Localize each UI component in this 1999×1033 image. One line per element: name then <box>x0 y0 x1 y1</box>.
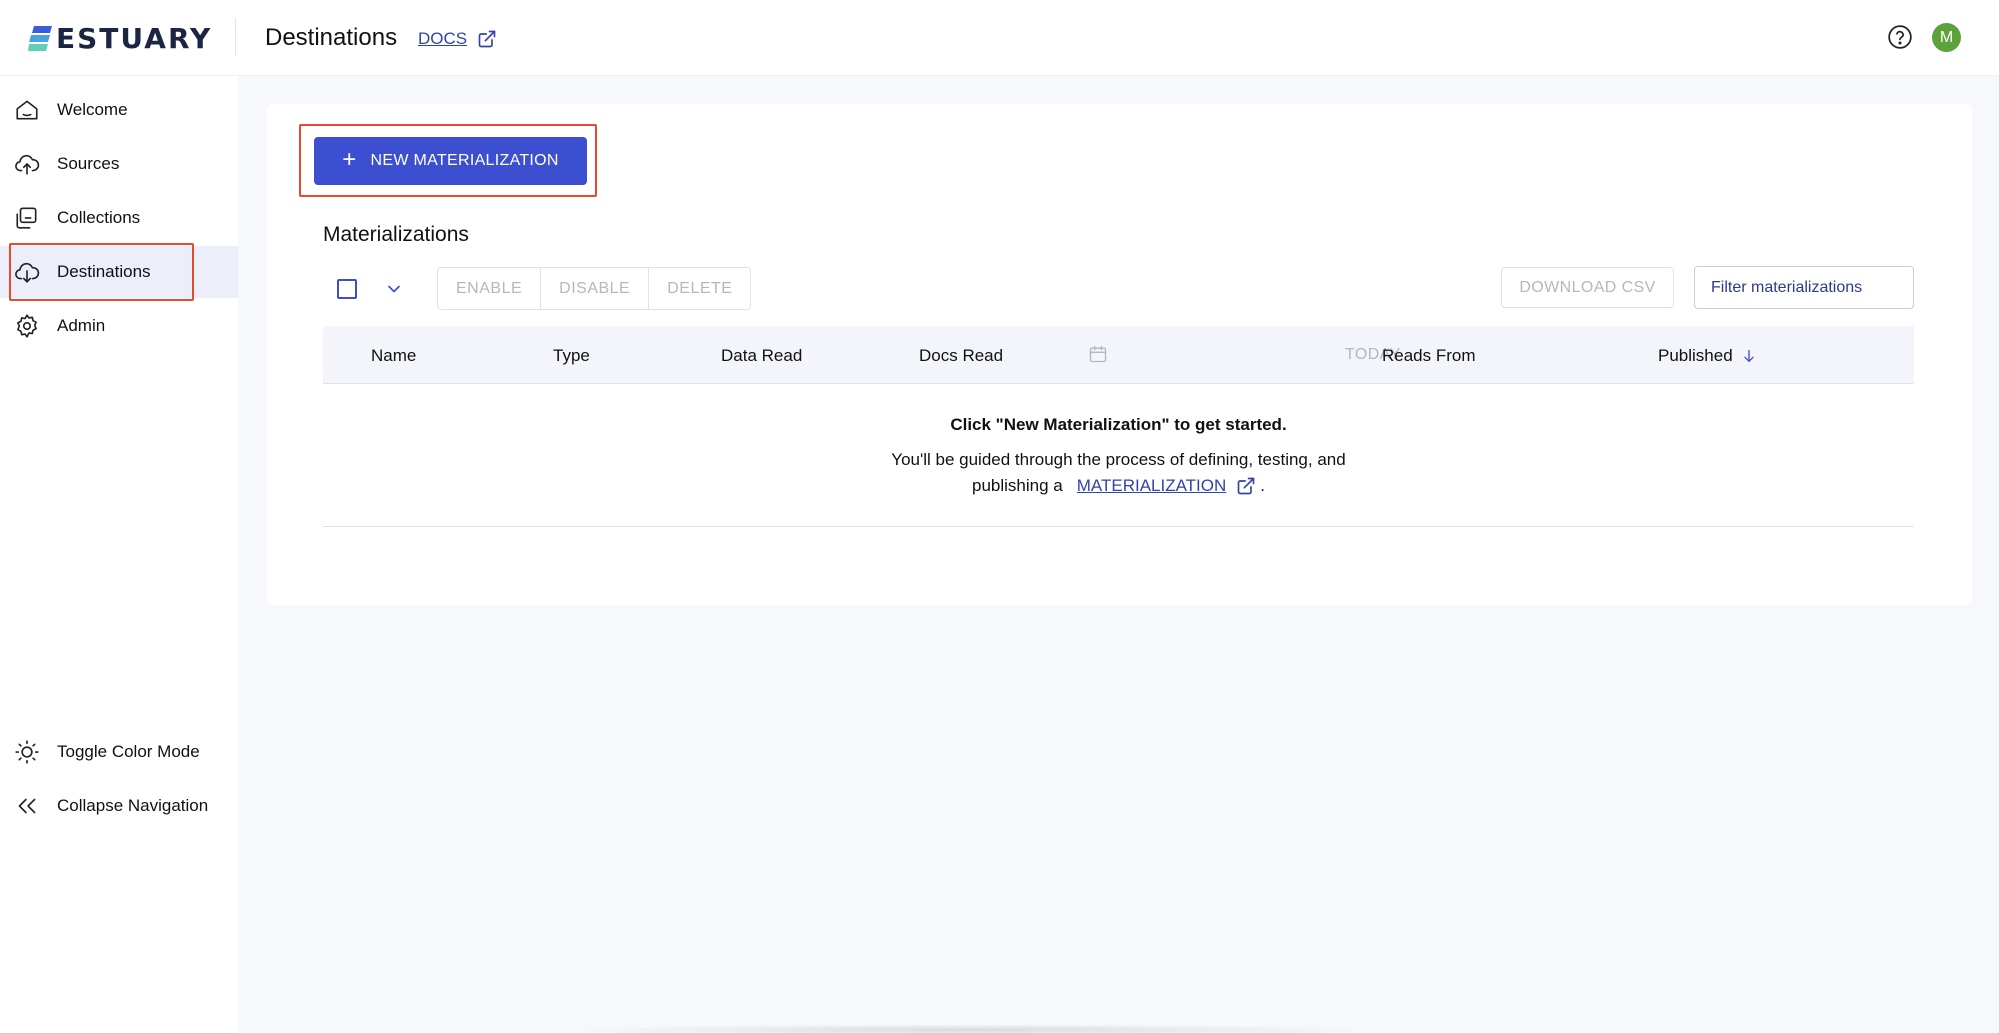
sidebar-item-label: Destinations <box>57 262 151 281</box>
enable-button[interactable]: ENABLE <box>438 268 542 309</box>
disable-button[interactable]: DISABLE <box>541 268 650 309</box>
empty-state-prefix: publishing a <box>971 476 1063 495</box>
chevron-down-icon[interactable] <box>384 279 404 299</box>
column-header-published-label: Published <box>1658 346 1733 365</box>
sidebar-item-admin[interactable]: Admin <box>0 300 238 352</box>
bulk-actions-group: ENABLE DISABLE DELETE <box>437 267 752 310</box>
sidebar-item-label: Sources <box>57 154 120 173</box>
page-title: Destinations <box>265 24 398 51</box>
top-header: ESTUARY Destinations DOCS M <box>0 0 1999 76</box>
column-header-published[interactable]: Published <box>1658 346 1757 366</box>
sidebar-nav: Welcome Sources Collections Destinations… <box>0 76 238 1033</box>
external-link-icon[interactable] <box>1236 476 1256 496</box>
empty-state-text: You'll be guided through the process of … <box>891 450 1346 469</box>
sidebar-item-label: Collections <box>57 208 141 227</box>
sidebar-item-welcome[interactable]: Welcome <box>0 84 238 136</box>
docs-link-label: DOCS <box>418 29 468 48</box>
new-materialization-label: NEW MATERIALIZATION <box>370 152 559 169</box>
header-divider <box>235 18 236 56</box>
table-header-row: Name Type Data Read Docs Read TODAY Read… <box>323 326 1914 384</box>
sidebar-item-destinations[interactable]: Destinations <box>0 246 238 298</box>
collections-icon <box>14 205 40 231</box>
column-header-data-read[interactable]: Data Read <box>721 346 802 366</box>
brand-name: ESTUARY <box>56 21 213 55</box>
delete-button[interactable]: DELETE <box>649 268 750 309</box>
bottom-shadow <box>560 1024 1380 1033</box>
toggle-color-mode-label: Toggle Color Mode <box>57 742 200 761</box>
sun-icon <box>14 739 40 765</box>
cloud-download-icon <box>14 259 40 285</box>
column-header-name[interactable]: Name <box>371 346 416 366</box>
column-header-reads-from[interactable]: Reads From <box>1382 346 1476 366</box>
filter-materializations-input[interactable] <box>1694 266 1914 309</box>
help-icon[interactable] <box>1887 24 1913 50</box>
collapse-navigation-button[interactable]: Collapse Navigation <box>0 786 238 826</box>
download-csv-button[interactable]: DOWNLOAD CSV <box>1501 267 1674 308</box>
column-header-docs-read[interactable]: Docs Read <box>919 346 1003 366</box>
external-link-icon <box>478 30 496 48</box>
gear-icon <box>14 313 40 339</box>
double-chevron-left-icon <box>14 793 40 819</box>
estuary-logo-mark <box>28 24 52 52</box>
table-bottom-divider <box>323 526 1914 527</box>
sidebar-item-label: Welcome <box>57 100 128 119</box>
docs-link[interactable]: DOCS <box>418 29 497 49</box>
sidebar-item-collections[interactable]: Collections <box>0 192 238 244</box>
cloud-upload-icon <box>14 151 40 177</box>
new-materialization-button[interactable]: + NEW MATERIALIZATION <box>314 137 587 185</box>
select-all-checkbox[interactable] <box>337 279 357 299</box>
home-icon <box>14 97 40 123</box>
collapse-navigation-label: Collapse Navigation <box>57 796 209 815</box>
empty-state-text-line2: publishing a MATERIALIZATION . <box>323 476 1914 496</box>
column-header-type[interactable]: Type <box>553 346 590 366</box>
toggle-color-mode-button[interactable]: Toggle Color Mode <box>0 732 238 772</box>
arrow-down-icon <box>1744 350 1754 362</box>
estuary-logo[interactable]: ESTUARY <box>28 21 213 55</box>
materialization-docs-link[interactable]: MATERIALIZATION <box>1077 476 1227 496</box>
sidebar-item-label: Admin <box>57 316 106 335</box>
sidebar-item-sources[interactable]: Sources <box>0 138 238 190</box>
empty-state-suffix: . <box>1260 476 1266 495</box>
user-avatar[interactable]: M <box>1932 23 1961 52</box>
empty-state-title: Click "New Materialization" to get start… <box>950 415 1287 434</box>
plus-icon: + <box>342 146 357 173</box>
calendar-icon[interactable] <box>1088 344 1108 364</box>
section-title: Materializations <box>323 223 469 246</box>
